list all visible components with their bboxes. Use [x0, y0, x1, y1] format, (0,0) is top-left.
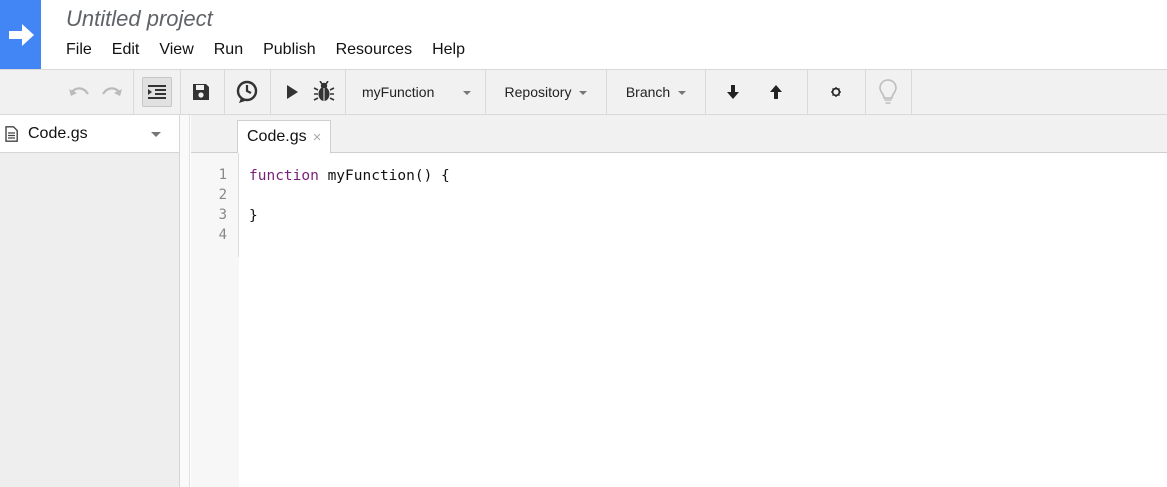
pull-button[interactable]	[718, 70, 748, 114]
toolbar-divider	[911, 70, 912, 114]
save-button[interactable]	[186, 70, 216, 114]
pull-down-arrow-icon	[727, 85, 739, 99]
toolbar-divider	[865, 70, 866, 114]
menu-publish[interactable]: Publish	[253, 40, 325, 60]
toolbar: myFunction Repository Branch	[0, 69, 1167, 115]
code-keyword: function	[249, 168, 319, 184]
tab-code-gs[interactable]: Code.gs ×	[237, 120, 332, 154]
code-line[interactable]: function myFunction() {	[249, 166, 450, 186]
code-text: }	[249, 208, 258, 224]
chevron-down-icon	[463, 91, 472, 95]
repository-label: Repository	[504, 84, 572, 100]
push-button[interactable]	[761, 70, 791, 114]
line-number-gutter: 1 2 3 4	[191, 153, 239, 487]
toolbar-divider	[270, 70, 271, 114]
undo-icon	[69, 87, 89, 96]
menu-view[interactable]: View	[149, 40, 203, 60]
file-name: Code.gs	[28, 124, 88, 142]
close-icon[interactable]: ×	[313, 129, 322, 146]
chevron-down-icon	[579, 91, 588, 95]
panel-divider[interactable]	[180, 115, 190, 487]
app-logo[interactable]	[0, 0, 41, 69]
toolbar-divider	[133, 70, 134, 114]
menu-help[interactable]: Help	[422, 40, 475, 60]
settings-gear-icon	[831, 87, 841, 97]
gutter-divider	[238, 153, 239, 257]
file-list-panel: Code.gs	[0, 115, 180, 487]
project-title[interactable]: Untitled project	[66, 6, 213, 32]
triggers-clock-icon	[236, 80, 258, 103]
toolbar-divider	[180, 70, 181, 114]
triggers-button[interactable]	[232, 70, 262, 114]
debug-button[interactable]	[308, 70, 340, 114]
lightbulb-button[interactable]	[872, 70, 904, 114]
toolbar-divider	[807, 70, 808, 114]
line-number: 2	[218, 187, 227, 203]
repository-menu[interactable]: Repository	[486, 70, 606, 114]
function-select[interactable]: myFunction	[346, 70, 485, 114]
toolbar-divider	[705, 70, 706, 114]
code-line[interactable]	[249, 186, 450, 206]
line-number: 4	[218, 227, 227, 243]
redo-icon	[102, 87, 122, 96]
line-number: 1	[218, 167, 227, 183]
menu-file[interactable]: File	[56, 40, 102, 60]
function-select-label: myFunction	[362, 84, 435, 100]
branch-label: Branch	[625, 84, 671, 100]
indent-icon	[148, 85, 166, 99]
push-up-arrow-icon	[770, 85, 782, 99]
code-editor[interactable]: function myFunction() { }	[249, 166, 450, 246]
run-button[interactable]	[278, 70, 306, 114]
indent-toggle-button[interactable]	[142, 77, 172, 107]
code-line[interactable]: }	[249, 206, 450, 226]
branch-menu[interactable]: Branch	[607, 70, 705, 114]
debug-bug-icon	[313, 81, 335, 101]
editor-tab-bar: Code.gs ×	[191, 115, 1167, 154]
tab-label: Code.gs	[247, 128, 307, 145]
menu-run[interactable]: Run	[204, 40, 253, 60]
document-icon	[5, 125, 18, 142]
toolbar-divider	[224, 70, 225, 114]
run-icon	[287, 85, 298, 99]
menu-edit[interactable]: Edit	[102, 40, 150, 60]
undo-button[interactable]	[63, 70, 95, 114]
settings-button[interactable]	[822, 70, 850, 114]
chevron-down-icon	[678, 91, 687, 95]
line-number: 3	[218, 207, 227, 223]
redo-button[interactable]	[96, 70, 128, 114]
file-list-item[interactable]: Code.gs	[0, 115, 179, 153]
chevron-down-icon[interactable]	[151, 132, 161, 137]
menu-resources[interactable]: Resources	[326, 40, 422, 60]
code-text: myFunction() {	[318, 168, 450, 184]
arrow-right-icon	[8, 23, 34, 46]
lightbulb-icon	[879, 79, 897, 104]
save-icon	[193, 84, 209, 100]
menu-bar: File Edit View Run Publish Resources Hel…	[56, 40, 475, 60]
code-line[interactable]	[249, 226, 450, 246]
